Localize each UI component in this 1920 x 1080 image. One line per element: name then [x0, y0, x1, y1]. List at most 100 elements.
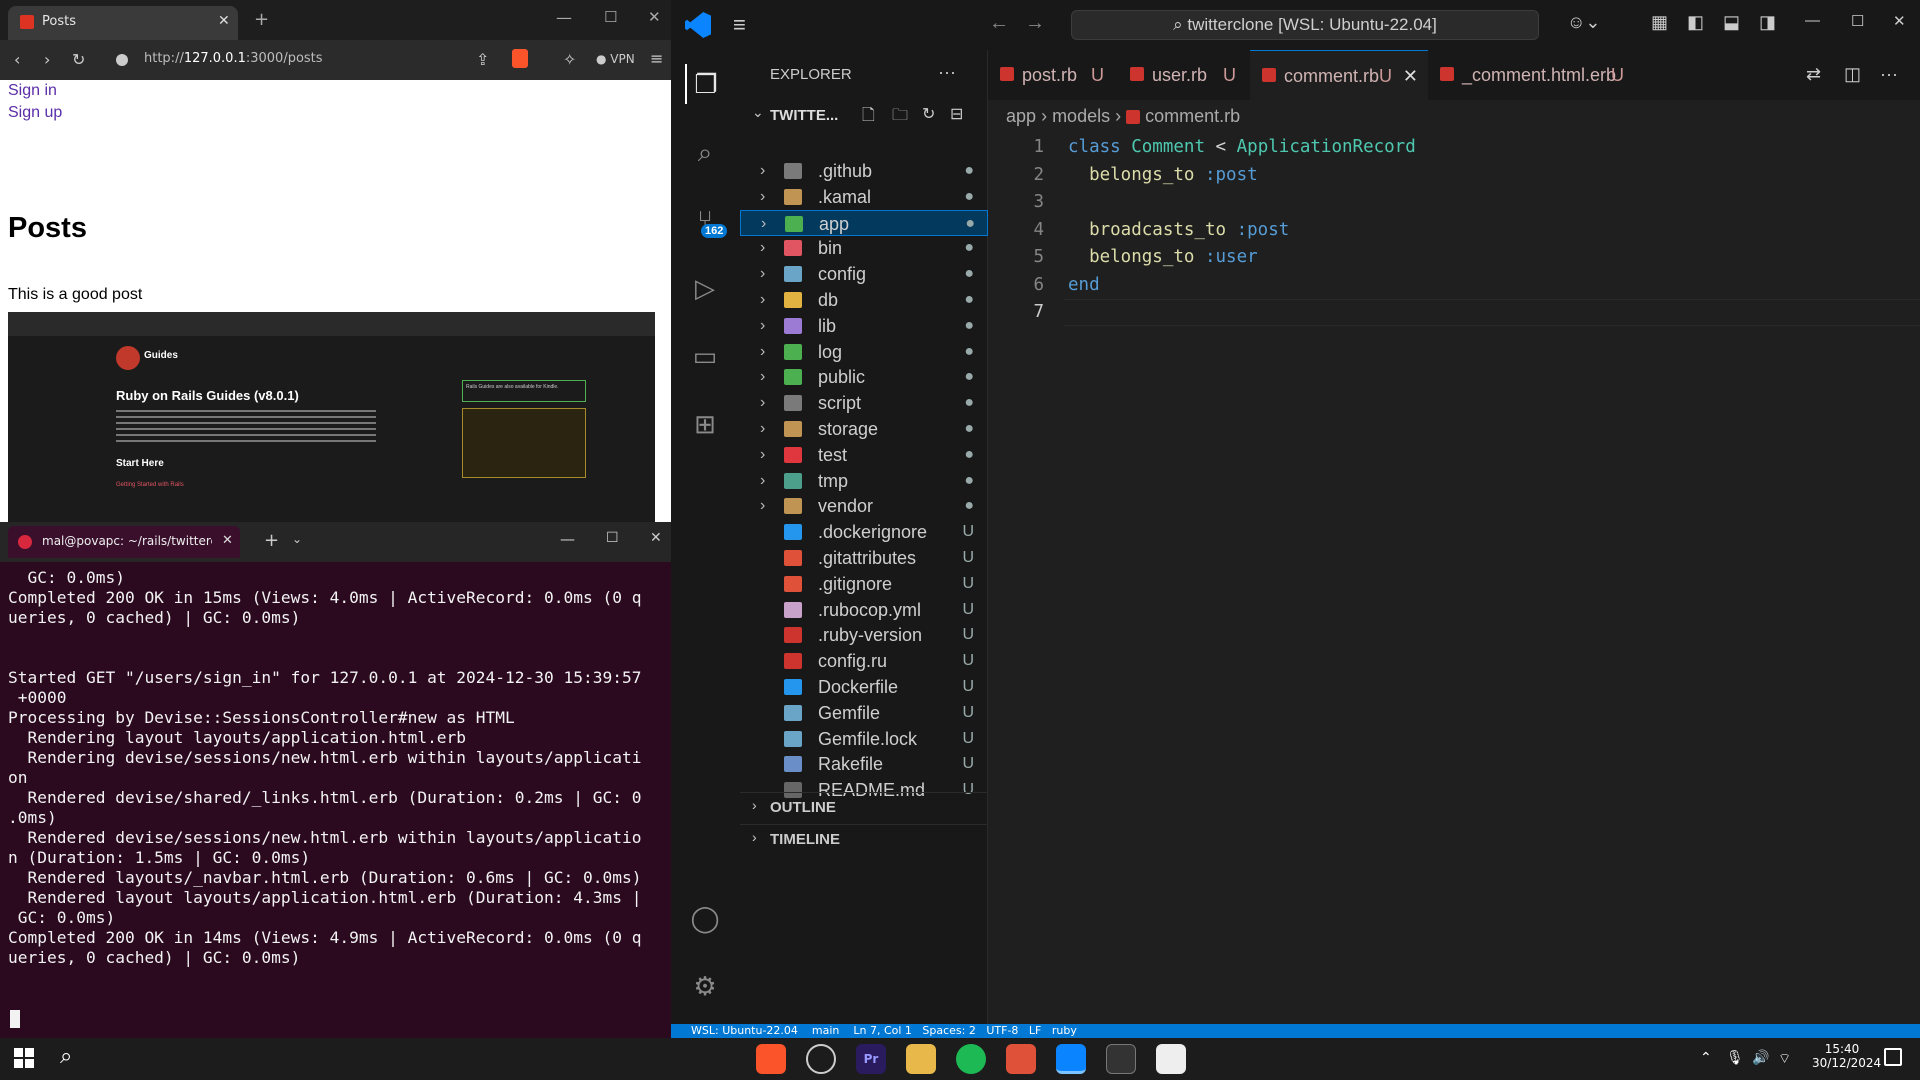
- tree-item-config-ru[interactable]: config.ru U: [740, 648, 988, 674]
- tree-item-log[interactable]: › log ●: [740, 339, 988, 365]
- account-icon[interactable]: ◯: [685, 898, 725, 938]
- tree-item-gemfile[interactable]: Gemfile U: [740, 700, 988, 726]
- tree-item-tmp[interactable]: › tmp ●: [740, 468, 988, 494]
- breadcrumb-file[interactable]: comment.rb: [1145, 106, 1240, 126]
- back-icon[interactable]: ←: [989, 12, 1009, 35]
- maximize-icon[interactable]: ☐: [606, 530, 619, 546]
- more-actions-icon[interactable]: ···: [938, 62, 956, 83]
- outline-section[interactable]: › OUTLINE: [740, 792, 988, 818]
- reload-icon[interactable]: ↻: [72, 50, 85, 69]
- editor-tab[interactable]: post.rb U: [988, 50, 1118, 100]
- minimize-icon[interactable]: —: [1805, 12, 1820, 29]
- tree-item-test[interactable]: › test ●: [740, 442, 988, 468]
- premiere-icon[interactable]: Pr: [856, 1044, 886, 1074]
- copilot-icon[interactable]: ☺⌄: [1567, 12, 1600, 33]
- close-window-icon[interactable]: ✕: [1893, 12, 1906, 30]
- notifications-icon[interactable]: [1884, 1048, 1902, 1066]
- rewards-icon[interactable]: ✧: [563, 50, 576, 69]
- close-icon[interactable]: ✕: [1403, 51, 1418, 101]
- minimize-icon[interactable]: —: [560, 530, 575, 548]
- forward-icon[interactable]: →: [1025, 12, 1045, 35]
- breadcrumb-models[interactable]: models: [1052, 106, 1110, 126]
- site-info-icon[interactable]: [116, 54, 128, 66]
- sign-in-link[interactable]: Sign in: [8, 82, 57, 100]
- more-actions-icon[interactable]: ···: [1880, 64, 1898, 85]
- tree-item-github[interactable]: › .github ●: [740, 158, 988, 184]
- tree-item-dockerignore[interactable]: .dockerignore U: [740, 519, 988, 545]
- tree-item-config[interactable]: › config ●: [740, 261, 988, 287]
- refresh-icon[interactable]: ↻: [922, 104, 935, 124]
- tree-item-public[interactable]: › public ●: [740, 364, 988, 390]
- terminal-tab[interactable]: mal@povapc: ~/rails/twitterclo ✕: [8, 526, 240, 558]
- url-field[interactable]: http://127.0.0.1:3000/posts: [144, 51, 509, 79]
- tree-item-storage[interactable]: › storage ●: [740, 416, 988, 442]
- new-tab-icon[interactable]: +: [254, 9, 269, 30]
- status-text[interactable]: WSL: Ubuntu-22.04 main Ln 7, Col 1 Space…: [691, 1024, 1077, 1038]
- editor-tab[interactable]: user.rb U: [1118, 50, 1250, 100]
- browser-tab[interactable]: Posts ✕: [8, 6, 238, 40]
- share-icon[interactable]: ⇪: [476, 50, 489, 69]
- app-icon[interactable]: [1156, 1044, 1186, 1074]
- run-debug-icon[interactable]: ▷: [685, 268, 725, 308]
- breadcrumb-app[interactable]: app: [1006, 106, 1036, 126]
- app-icon[interactable]: [1006, 1044, 1036, 1074]
- tree-item-app[interactable]: › app ●: [740, 209, 988, 236]
- tree-item-rakefile[interactable]: Rakefile U: [740, 751, 988, 777]
- toggle-panel-icon[interactable]: ⬓: [1723, 12, 1740, 33]
- tree-item-bin[interactable]: › bin ●: [740, 235, 988, 261]
- vscode-icon[interactable]: [1056, 1044, 1086, 1074]
- tree-item-gitignore[interactable]: .gitignore U: [740, 571, 988, 597]
- code-editor[interactable]: 1 2 3 4 5 6 7 class Comment < Applicatio…: [988, 134, 1920, 534]
- explorer-icon[interactable]: ❐: [685, 64, 725, 104]
- extensions-icon[interactable]: ⊞: [685, 404, 725, 444]
- vpn-button[interactable]: ● VPN: [596, 52, 635, 66]
- close-window-icon[interactable]: ✕: [650, 530, 662, 546]
- collapse-all-icon[interactable]: ⊟: [950, 104, 963, 124]
- tree-item-db[interactable]: › db ●: [740, 287, 988, 313]
- chevron-up-icon[interactable]: ⌃: [1700, 1050, 1712, 1066]
- gear-icon[interactable]: ⚙: [685, 966, 725, 1006]
- split-editor-icon[interactable]: ◫: [1844, 64, 1861, 85]
- maximize-icon[interactable]: ☐: [604, 8, 617, 26]
- close-window-icon[interactable]: ✕: [648, 8, 661, 26]
- system-clock[interactable]: 15:40 30/12/2024: [1812, 1042, 1881, 1070]
- search-icon[interactable]: ⌕: [60, 1044, 72, 1069]
- terminal-output[interactable]: GC: 0.0ms) Completed 200 OK in 15ms (View…: [8, 568, 668, 1028]
- editor-tab[interactable]: _comment.html.erb U: [1428, 50, 1638, 100]
- root-folder-header[interactable]: ⌄ TWITTE... 🗋 🗀 ↻ ⊟: [740, 102, 988, 128]
- spotify-icon[interactable]: [956, 1044, 986, 1074]
- start-icon[interactable]: [14, 1048, 34, 1068]
- maximize-icon[interactable]: ☐: [1851, 12, 1864, 30]
- wifi-icon[interactable]: ⌔: [1778, 1050, 1791, 1068]
- sign-up-link[interactable]: Sign up: [8, 104, 62, 122]
- tree-item-rubocop-yml[interactable]: .rubocop.yml U: [740, 597, 988, 623]
- file-explorer-icon[interactable]: [906, 1044, 936, 1074]
- brave-shield-icon[interactable]: [512, 49, 528, 68]
- back-icon[interactable]: ‹: [14, 50, 20, 69]
- tree-item-kamal[interactable]: › .kamal ●: [740, 184, 988, 210]
- microphone-icon[interactable]: 🎙: [1726, 1050, 1744, 1066]
- volume-icon[interactable]: 🔊: [1752, 1050, 1769, 1066]
- tree-item-lib[interactable]: › lib ●: [740, 313, 988, 339]
- minimize-icon[interactable]: —: [556, 8, 572, 27]
- tree-item-script[interactable]: › script ●: [740, 390, 988, 416]
- brave-icon[interactable]: [756, 1044, 786, 1074]
- tree-item-dockerfile[interactable]: Dockerfile U: [740, 674, 988, 700]
- forward-icon[interactable]: ›: [44, 50, 50, 69]
- tree-item-gitattributes[interactable]: .gitattributes U: [740, 545, 988, 571]
- new-tab-icon[interactable]: +: [264, 530, 279, 551]
- new-folder-icon[interactable]: 🗀: [892, 104, 908, 131]
- timeline-section[interactable]: › TIMELINE: [740, 824, 988, 850]
- menu-icon[interactable]: ≡: [650, 49, 663, 68]
- layout-icon[interactable]: ▦: [1651, 12, 1668, 33]
- toggle-sidebar-icon[interactable]: ◧: [1687, 12, 1704, 33]
- terminal-icon[interactable]: [1106, 1044, 1136, 1074]
- command-center-search[interactable]: ⌕ twitterclone [WSL: Ubuntu-22.04]: [1071, 10, 1539, 40]
- new-file-icon[interactable]: 🗋: [862, 104, 875, 131]
- tree-item-vendor[interactable]: › vendor ●: [740, 493, 988, 519]
- close-icon[interactable]: ✕: [222, 533, 233, 548]
- tree-item-ruby-version[interactable]: .ruby-version U: [740, 622, 988, 648]
- editor-tab[interactable]: comment.rb U ✕: [1250, 50, 1428, 100]
- close-icon[interactable]: ✕: [218, 13, 230, 29]
- menu-icon[interactable]: ≡: [733, 12, 746, 38]
